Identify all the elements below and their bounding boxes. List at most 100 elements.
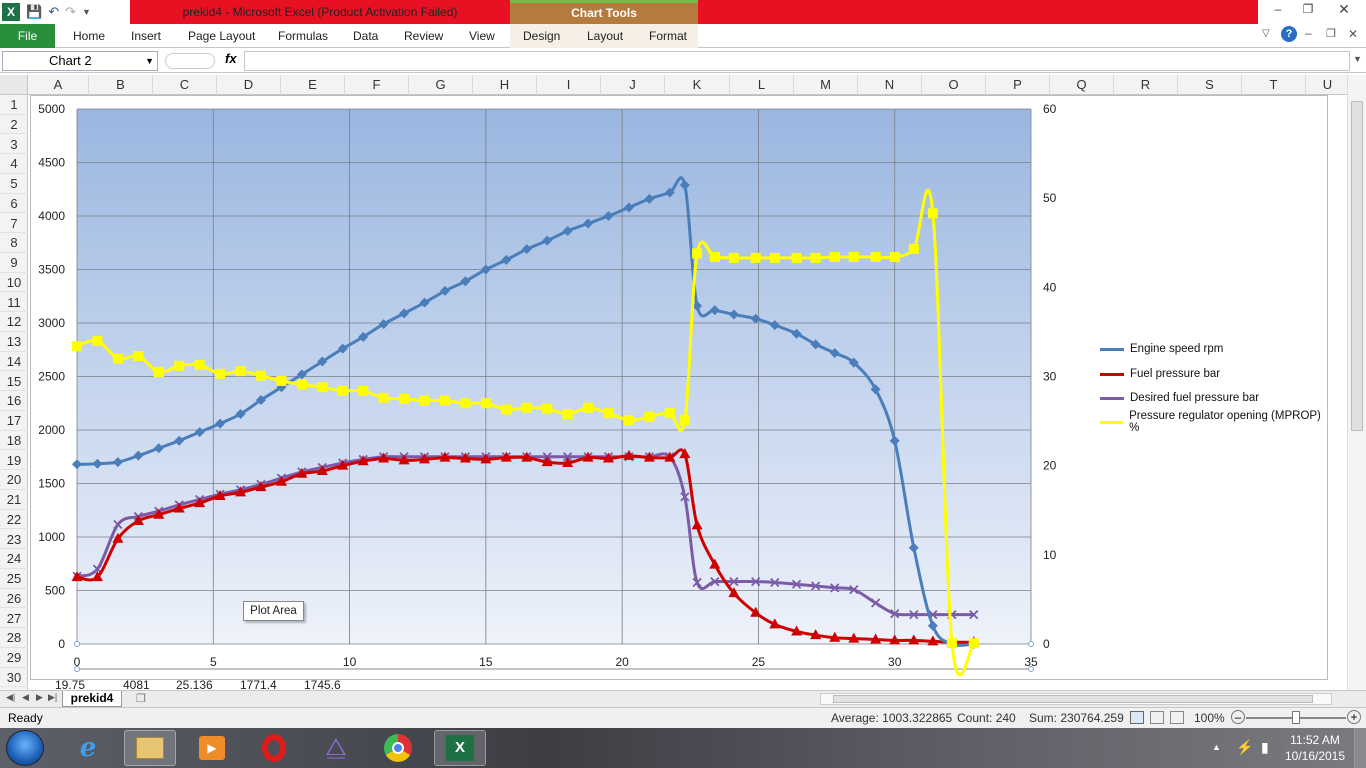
row-header-29[interactable]: 29 xyxy=(0,648,28,668)
taskbar-clock[interactable]: 11:52 AM 10/16/2015 xyxy=(1280,732,1350,764)
row-header-16[interactable]: 16 xyxy=(0,391,28,411)
show-desktop-button[interactable] xyxy=(1354,728,1366,768)
start-orb[interactable] xyxy=(6,730,44,766)
series-point-pressure-regulator-opening-mprop[interactable] xyxy=(810,252,821,263)
tab-file[interactable]: File xyxy=(0,24,55,48)
column-header-e[interactable]: E xyxy=(281,75,345,95)
row-header-13[interactable]: 13 xyxy=(0,332,28,352)
column-header-s[interactable]: S xyxy=(1178,75,1242,95)
series-point-pressure-regulator-opening-mprop[interactable] xyxy=(709,252,720,263)
column-header-d[interactable]: D xyxy=(217,75,281,95)
row-header-10[interactable]: 10 xyxy=(0,273,28,293)
row-header-4[interactable]: 4 xyxy=(0,154,28,174)
vertical-scrollbar[interactable] xyxy=(1347,75,1366,690)
series-point-pressure-regulator-opening-mprop[interactable] xyxy=(296,379,307,390)
series-point-pressure-regulator-opening-mprop[interactable] xyxy=(679,415,690,426)
excel-logo-icon[interactable]: X xyxy=(2,3,20,21)
undo-icon[interactable]: ↶ xyxy=(48,4,59,20)
series-point-pressure-regulator-opening-mprop[interactable] xyxy=(337,385,348,396)
row-header-22[interactable]: 22 xyxy=(0,510,28,530)
close-icon[interactable]: ✕ xyxy=(1330,0,1358,18)
row-header-18[interactable]: 18 xyxy=(0,431,28,451)
insert-sheet-icon[interactable]: ❐ xyxy=(136,692,146,705)
series-point-pressure-regulator-opening-mprop[interactable] xyxy=(623,415,634,426)
row-header-11[interactable]: 11 xyxy=(0,293,28,313)
column-header-c[interactable]: C xyxy=(153,75,217,95)
series-point-pressure-regulator-opening-mprop[interactable] xyxy=(870,252,881,263)
row-header-23[interactable]: 23 xyxy=(0,530,28,550)
series-point-pressure-regulator-opening-mprop[interactable] xyxy=(968,638,979,649)
workbook-close-icon[interactable]: ✕ xyxy=(1348,27,1358,41)
row-header-8[interactable]: 8 xyxy=(0,233,28,253)
series-point-pressure-regulator-opening-mprop[interactable] xyxy=(583,402,594,413)
normal-view-icon[interactable] xyxy=(1130,711,1144,724)
row-header-7[interactable]: 7 xyxy=(0,214,28,234)
row-header-12[interactable]: 12 xyxy=(0,312,28,332)
network-icon[interactable]: ⚡ xyxy=(1236,739,1253,756)
formula-bar-toggle[interactable] xyxy=(165,53,215,69)
series-point-pressure-regulator-opening-mprop[interactable] xyxy=(92,335,103,346)
visual-studio-icon[interactable]: ⧋ xyxy=(310,730,362,766)
minimize-ribbon-icon[interactable]: ▽ xyxy=(1262,28,1270,39)
series-point-pressure-regulator-opening-mprop[interactable] xyxy=(829,252,840,263)
series-point-pressure-regulator-opening-mprop[interactable] xyxy=(946,638,957,649)
column-header-a[interactable]: A xyxy=(28,75,89,95)
tab-page-layout[interactable]: Page Layout xyxy=(188,24,255,48)
redo-icon[interactable]: ↷ xyxy=(65,4,76,20)
tab-formulas[interactable]: Formulas xyxy=(278,24,328,48)
series-point-pressure-regulator-opening-mprop[interactable] xyxy=(848,252,859,263)
internet-explorer-icon[interactable]: e xyxy=(62,730,114,766)
row-header-26[interactable]: 26 xyxy=(0,589,28,609)
zoom-level[interactable]: 100% xyxy=(1194,711,1225,725)
series-point-pressure-regulator-opening-mprop[interactable] xyxy=(378,392,389,403)
sheet-tab-prekid4[interactable]: prekid4 xyxy=(62,691,122,707)
tab-home[interactable]: Home xyxy=(73,24,105,48)
column-header-m[interactable]: M xyxy=(794,75,858,95)
next-sheet-icon[interactable]: ▶ xyxy=(36,692,43,703)
last-sheet-icon[interactable]: ▶| xyxy=(48,692,57,703)
series-point-pressure-regulator-opening-mprop[interactable] xyxy=(664,408,675,419)
series-point-pressure-regulator-opening-mprop[interactable] xyxy=(399,393,410,404)
tab-review[interactable]: Review xyxy=(404,24,443,48)
row-header-15[interactable]: 15 xyxy=(0,372,28,392)
page-layout-view-icon[interactable] xyxy=(1150,711,1164,724)
chevron-down-icon[interactable]: ▼ xyxy=(145,52,154,70)
column-header-t[interactable]: T xyxy=(1242,75,1306,95)
series-point-pressure-regulator-opening-mprop[interactable] xyxy=(153,367,164,378)
opera-icon[interactable] xyxy=(248,730,300,766)
file-explorer-icon[interactable] xyxy=(124,730,176,766)
excel-icon[interactable]: X xyxy=(434,730,486,766)
row-header-9[interactable]: 9 xyxy=(0,253,28,273)
select-all-corner[interactable] xyxy=(0,75,28,95)
help-icon[interactable]: ? xyxy=(1281,26,1297,42)
series-point-pressure-regulator-opening-mprop[interactable] xyxy=(194,359,205,370)
series-point-pressure-regulator-opening-mprop[interactable] xyxy=(276,375,287,386)
show-hidden-icons-icon[interactable]: ▲ xyxy=(1212,742,1221,752)
column-header-k[interactable]: K xyxy=(665,75,730,95)
legend-item[interactable]: Desired fuel pressure bar xyxy=(1100,389,1259,407)
series-point-pressure-regulator-opening-mprop[interactable] xyxy=(112,353,123,364)
zoom-slider-knob[interactable] xyxy=(1292,711,1300,724)
column-header-n[interactable]: N xyxy=(858,75,922,95)
tab-format[interactable]: Format xyxy=(649,24,687,48)
series-point-pressure-regulator-opening-mprop[interactable] xyxy=(439,395,450,406)
row-header-14[interactable]: 14 xyxy=(0,352,28,372)
row-header-6[interactable]: 6 xyxy=(0,194,28,214)
column-header-i[interactable]: I xyxy=(537,75,601,95)
chart-2[interactable]: 0 500 1000 1500 2000 2500 3000 3500 4000 4500 5000… xyxy=(30,95,1328,680)
series-point-pressure-regulator-opening-mprop[interactable] xyxy=(501,404,512,415)
series-point-pressure-regulator-opening-mprop[interactable] xyxy=(235,366,246,377)
name-box[interactable]: Chart 2 ▼ xyxy=(2,51,158,71)
zoom-out-icon[interactable]: – xyxy=(1231,710,1245,724)
vertical-scroll-thumb[interactable] xyxy=(1351,101,1363,431)
series-point-pressure-regulator-opening-mprop[interactable] xyxy=(480,398,491,409)
series-point-pressure-regulator-opening-mprop[interactable] xyxy=(255,370,266,381)
series-point-pressure-regulator-opening-mprop[interactable] xyxy=(908,243,919,254)
customize-qat-icon[interactable]: ▼ xyxy=(82,7,91,17)
save-icon[interactable]: 💾 xyxy=(26,4,42,20)
series-point-pressure-regulator-opening-mprop[interactable] xyxy=(728,252,739,263)
row-header-2[interactable]: 2 xyxy=(0,115,28,135)
row-header-1[interactable]: 1 xyxy=(0,95,28,115)
row-header-3[interactable]: 3 xyxy=(0,135,28,155)
series-point-pressure-regulator-opening-mprop[interactable] xyxy=(603,408,614,419)
